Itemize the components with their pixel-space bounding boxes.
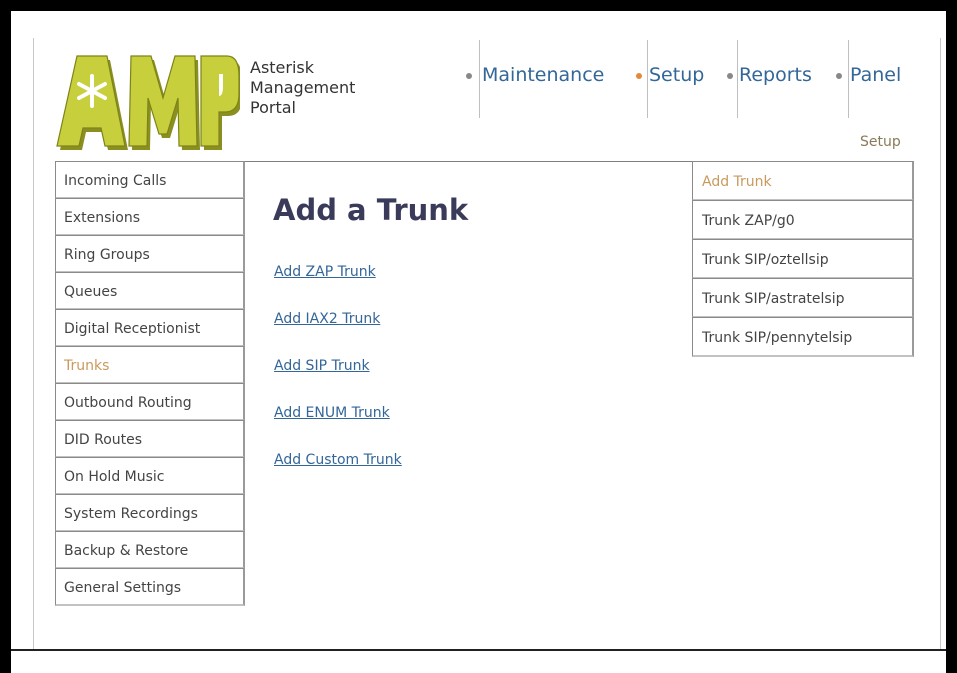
bullet-icon bbox=[466, 73, 472, 79]
nav-label[interactable]: Setup bbox=[649, 64, 704, 86]
nav-label[interactable]: Panel bbox=[850, 64, 901, 86]
footer-divider bbox=[11, 649, 946, 651]
sidebar-item-general-settings[interactable]: General Settings bbox=[55, 568, 245, 606]
amp-logo-graphic bbox=[56, 55, 242, 150]
bullet-icon bbox=[727, 73, 733, 79]
nav-separator bbox=[848, 40, 849, 118]
sidebar-item-queues[interactable]: Queues bbox=[55, 272, 245, 310]
add-zap-trunk-link[interactable]: Add ZAP Trunk bbox=[274, 264, 402, 311]
nav-separator bbox=[737, 40, 738, 118]
page-border-left bbox=[33, 38, 34, 649]
sidebar-item-incoming-calls[interactable]: Incoming Calls bbox=[55, 161, 245, 199]
portal-title: Asterisk Management Portal bbox=[250, 58, 356, 117]
trunk-list-item[interactable]: Trunk SIP/oztellsip bbox=[692, 239, 914, 279]
sidebar-item-ring-groups[interactable]: Ring Groups bbox=[55, 235, 245, 273]
sidebar-item-did-routes[interactable]: DID Routes bbox=[55, 420, 245, 458]
sidebar-item-outbound-routing[interactable]: Outbound Routing bbox=[55, 383, 245, 421]
trunk-list-item-add-trunk[interactable]: Add Trunk bbox=[692, 161, 914, 201]
add-iax2-trunk-link[interactable]: Add IAX2 Trunk bbox=[274, 311, 402, 358]
sidebar-item-on-hold-music[interactable]: On Hold Music bbox=[55, 457, 245, 495]
frame-left bbox=[0, 0, 11, 673]
page-title: Add a Trunk bbox=[273, 193, 469, 227]
nav-separator bbox=[479, 40, 480, 118]
sidebar-item-extensions[interactable]: Extensions bbox=[55, 198, 245, 236]
sidebar-item-digital-receptionist[interactable]: Digital Receptionist bbox=[55, 309, 245, 347]
frame-right bbox=[946, 0, 957, 673]
nav-label[interactable]: Reports bbox=[739, 64, 812, 86]
trunk-list-item[interactable]: Trunk SIP/pennytelsip bbox=[692, 317, 914, 357]
trunk-list-item[interactable]: Trunk ZAP/g0 bbox=[692, 200, 914, 240]
sidebar-item-system-recordings[interactable]: System Recordings bbox=[55, 494, 245, 532]
add-custom-trunk-link[interactable]: Add Custom Trunk bbox=[274, 452, 402, 499]
trunk-list: Add Trunk Trunk ZAP/g0 Trunk SIP/oztells… bbox=[692, 161, 914, 357]
sidebar-item-trunks[interactable]: Trunks bbox=[55, 346, 245, 384]
nav-separator bbox=[647, 40, 648, 118]
bullet-icon bbox=[636, 73, 642, 79]
nav-label[interactable]: Maintenance bbox=[482, 64, 604, 86]
page-border-right bbox=[940, 38, 941, 649]
bullet-icon bbox=[836, 73, 842, 79]
add-trunk-links: Add ZAP Trunk Add IAX2 Trunk Add SIP Tru… bbox=[274, 264, 402, 499]
content-divider bbox=[245, 161, 693, 162]
sidebar-item-backup-restore[interactable]: Backup & Restore bbox=[55, 531, 245, 569]
add-enum-trunk-link[interactable]: Add ENUM Trunk bbox=[274, 405, 402, 452]
section-label: Setup bbox=[860, 134, 901, 150]
amp-logo[interactable] bbox=[55, 46, 242, 154]
page: Asterisk Management Portal Maintenance S… bbox=[0, 0, 957, 673]
sidebar: Incoming Calls Extensions Ring Groups Qu… bbox=[55, 161, 245, 606]
trunk-list-item[interactable]: Trunk SIP/astratelsip bbox=[692, 278, 914, 318]
frame-top bbox=[0, 0, 957, 11]
add-sip-trunk-link[interactable]: Add SIP Trunk bbox=[274, 358, 402, 405]
